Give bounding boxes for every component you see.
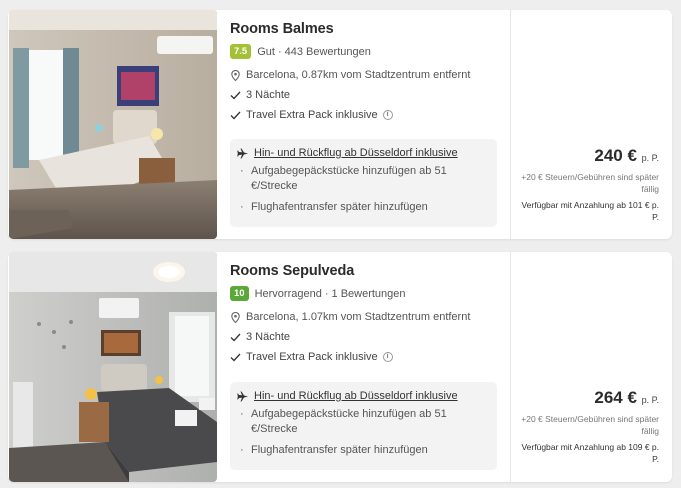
hotel-photo[interactable] bbox=[9, 252, 217, 482]
nights-row: 3 Nächte bbox=[230, 89, 498, 101]
plane-icon bbox=[237, 148, 249, 159]
hotel-name[interactable]: Rooms Sepulveda bbox=[230, 263, 498, 279]
fees-note: +20 € Steuern/Gebühren sind später fälli… bbox=[521, 172, 659, 194]
hotel-photo[interactable] bbox=[9, 10, 217, 239]
price-amount: 240 € bbox=[594, 146, 637, 165]
flight-box: Hin- und Rückflug ab Düsseldorf inklusiv… bbox=[230, 382, 497, 470]
hotel-card[interactable]: Rooms Balmes 7.5 Gut · 443 Bewertungen B… bbox=[8, 10, 672, 239]
rating-row: 10 Hervorragend · 1 Bewertungen bbox=[230, 285, 498, 302]
price-column[interactable]: 240 € p. P. +20 € Steuern/Gebühren sind … bbox=[511, 10, 672, 239]
flight-text: Hin- und Rückflug ab Düsseldorf inklusiv… bbox=[254, 147, 458, 159]
bullet-dot: · bbox=[240, 408, 244, 420]
fees-note: +20 € Steuern/Gebühren sind später fälli… bbox=[521, 414, 659, 436]
nights-row: 3 Nächte bbox=[230, 331, 498, 343]
check-icon bbox=[230, 333, 241, 342]
review-count[interactable]: 443 Bewertungen bbox=[285, 46, 371, 58]
flight-box: Hin- und Rückflug ab Düsseldorf inklusiv… bbox=[230, 139, 497, 227]
hotel-card[interactable]: Rooms Sepulveda 10 Hervorragend · 1 Bewe… bbox=[8, 252, 672, 482]
flight-link[interactable]: Hin- und Rückflug ab Düsseldorf inklusiv… bbox=[237, 147, 489, 159]
info-icon[interactable]: i bbox=[382, 352, 393, 362]
price: 264 € p. P. bbox=[517, 388, 659, 408]
rating-word: Hervorragend bbox=[254, 287, 322, 300]
price-amount: 264 € bbox=[594, 388, 637, 407]
location-row: Barcelona, 1.07km vom Stadtzentrum entfe… bbox=[230, 311, 498, 323]
review-count[interactable]: 1 Bewertungen bbox=[332, 288, 406, 300]
transfer-text: Flughafentransfer später hinzufügen bbox=[251, 201, 428, 213]
price-column[interactable]: 264 € p. P. +20 € Steuern/Gebühren sind … bbox=[511, 252, 672, 482]
extra-row: Travel Extra Pack inklusive i bbox=[230, 109, 498, 121]
baggage-text: Aufgabegepäckstücke hinzufügen ab 51 €/S… bbox=[251, 165, 447, 192]
per-person-label: p. P. bbox=[641, 395, 659, 405]
transfer-item: · Flughafentransfer später hinzufügen bbox=[237, 443, 489, 458]
hotel-info: Rooms Sepulveda 10 Hervorragend · 1 Bewe… bbox=[217, 252, 511, 482]
nights-text: 3 Nächte bbox=[246, 331, 291, 343]
rating-word: Gut bbox=[257, 45, 275, 58]
separator-dot: · bbox=[324, 287, 329, 300]
map-pin-icon bbox=[230, 69, 241, 81]
extra-text: Travel Extra Pack inklusive bbox=[246, 109, 378, 121]
flight-link[interactable]: Hin- und Rückflug ab Düsseldorf inklusiv… bbox=[237, 390, 489, 402]
rating-row: 7.5 Gut · 443 Bewertungen bbox=[230, 43, 498, 60]
nights-text: 3 Nächte bbox=[246, 89, 291, 101]
location-text: Barcelona, 0.87km vom Stadtzentrum entfe… bbox=[246, 69, 471, 81]
rating-score-badge: 10 bbox=[230, 286, 249, 301]
rating-score-badge: 7.5 bbox=[230, 44, 252, 59]
per-person-label: p. P. bbox=[641, 153, 659, 163]
deposit-note: Verfügbar mit Anzahlung ab 109 € p. P. bbox=[521, 442, 659, 464]
deposit-note: Verfügbar mit Anzahlung ab 101 € p. P. bbox=[521, 200, 659, 222]
extra-row: Travel Extra Pack inklusive i bbox=[230, 351, 498, 363]
price: 240 € p. P. bbox=[517, 146, 659, 166]
baggage-item: · Aufgabegepäckstücke hinzufügen ab 51 €… bbox=[237, 407, 489, 437]
map-pin-icon bbox=[230, 311, 241, 323]
baggage-text: Aufgabegepäckstücke hinzufügen ab 51 €/S… bbox=[251, 408, 447, 435]
bullet-dot: · bbox=[240, 444, 244, 456]
check-icon bbox=[230, 111, 241, 120]
extra-text: Travel Extra Pack inklusive bbox=[246, 351, 378, 363]
check-icon bbox=[230, 353, 241, 362]
bullet-dot: · bbox=[240, 165, 244, 177]
plane-icon bbox=[237, 391, 249, 402]
location-row: Barcelona, 0.87km vom Stadtzentrum entfe… bbox=[230, 69, 498, 81]
price-block: 240 € p. P. +20 € Steuern/Gebühren sind … bbox=[517, 146, 659, 223]
bullet-dot: · bbox=[240, 201, 244, 213]
flight-text: Hin- und Rückflug ab Düsseldorf inklusiv… bbox=[254, 390, 458, 402]
check-icon bbox=[230, 91, 241, 100]
transfer-item: · Flughafentransfer später hinzufügen bbox=[237, 200, 489, 215]
info-icon[interactable]: i bbox=[382, 110, 393, 120]
baggage-item: · Aufgabegepäckstücke hinzufügen ab 51 €… bbox=[237, 164, 489, 194]
hotel-info: Rooms Balmes 7.5 Gut · 443 Bewertungen B… bbox=[217, 10, 511, 239]
hotel-name[interactable]: Rooms Balmes bbox=[230, 21, 498, 37]
transfer-text: Flughafentransfer später hinzufügen bbox=[251, 444, 428, 456]
separator-dot: · bbox=[277, 45, 282, 58]
price-block: 264 € p. P. +20 € Steuern/Gebühren sind … bbox=[517, 388, 659, 465]
location-text: Barcelona, 1.07km vom Stadtzentrum entfe… bbox=[246, 311, 471, 323]
